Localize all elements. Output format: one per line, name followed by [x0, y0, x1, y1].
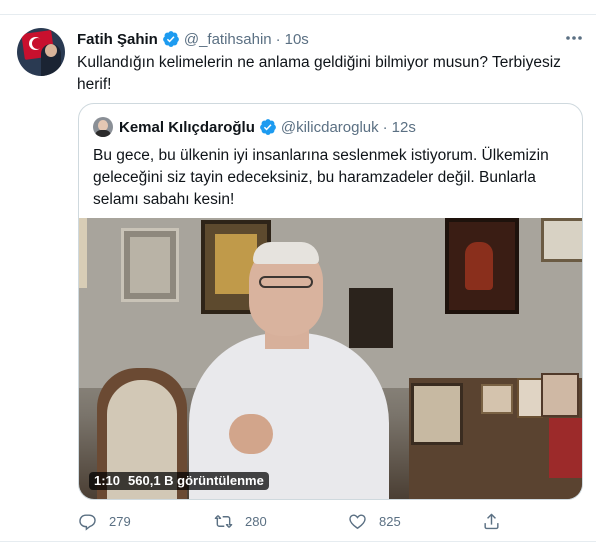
reply-button[interactable]: 279 — [78, 512, 131, 531]
quoted-author-avatar — [93, 117, 113, 137]
retweet-button[interactable]: 280 — [214, 512, 267, 531]
quoted-tweet[interactable]: Kemal Kılıçdaroğlu @kilicdarogluk · 12s … — [78, 103, 583, 500]
author-name[interactable]: Fatih Şahin — [77, 31, 158, 48]
quoted-author-handle: @kilicdarogluk — [280, 118, 379, 136]
quoted-header: Kemal Kılıçdaroğlu @kilicdarogluk · 12s — [93, 117, 416, 137]
video-player[interactable]: 1:10 560,1 B görüntülenme — [79, 218, 582, 499]
share-button[interactable] — [482, 512, 513, 531]
quoted-author-name: Kemal Kılıçdaroğlu — [119, 118, 255, 136]
author-handle[interactable]: @_fatihsahin — [184, 31, 272, 48]
more-icon[interactable] — [563, 29, 585, 47]
video-views: 560,1 B görüntülenme — [128, 473, 264, 488]
like-icon — [349, 514, 366, 530]
verified-badge-icon — [162, 31, 179, 47]
wall-painting — [445, 218, 519, 314]
share-icon — [484, 513, 499, 530]
wall-painting — [541, 218, 582, 262]
quoted-time: 12s — [391, 118, 416, 136]
tweet-text: Kullandığın kelimelerin ne anlama geldiğ… — [77, 54, 561, 93]
tweet-actions: 279 280 825 — [78, 512, 508, 534]
video-duration: 1:10 — [94, 473, 121, 488]
separator: · — [382, 118, 388, 136]
like-button[interactable]: 825 — [348, 512, 401, 531]
quoted-text: Bu gece, bu ülkenin iyi insanlarına sesl… — [93, 147, 549, 208]
separator: · — [275, 30, 281, 48]
author-avatar[interactable] — [17, 28, 65, 76]
tweet-header: Fatih Şahin @_fatihsahin · 10s — [77, 29, 309, 49]
reply-icon — [79, 514, 96, 531]
retweet-icon — [214, 515, 233, 528]
tweet-time[interactable]: 10s — [285, 31, 309, 48]
like-count: 825 — [379, 514, 401, 529]
verified-badge-icon — [259, 119, 276, 135]
reply-count: 279 — [109, 514, 131, 529]
wall-painting — [121, 228, 179, 302]
video-info-badge: 1:10 560,1 B görüntülenme — [89, 472, 269, 490]
retweet-count: 280 — [245, 514, 267, 529]
